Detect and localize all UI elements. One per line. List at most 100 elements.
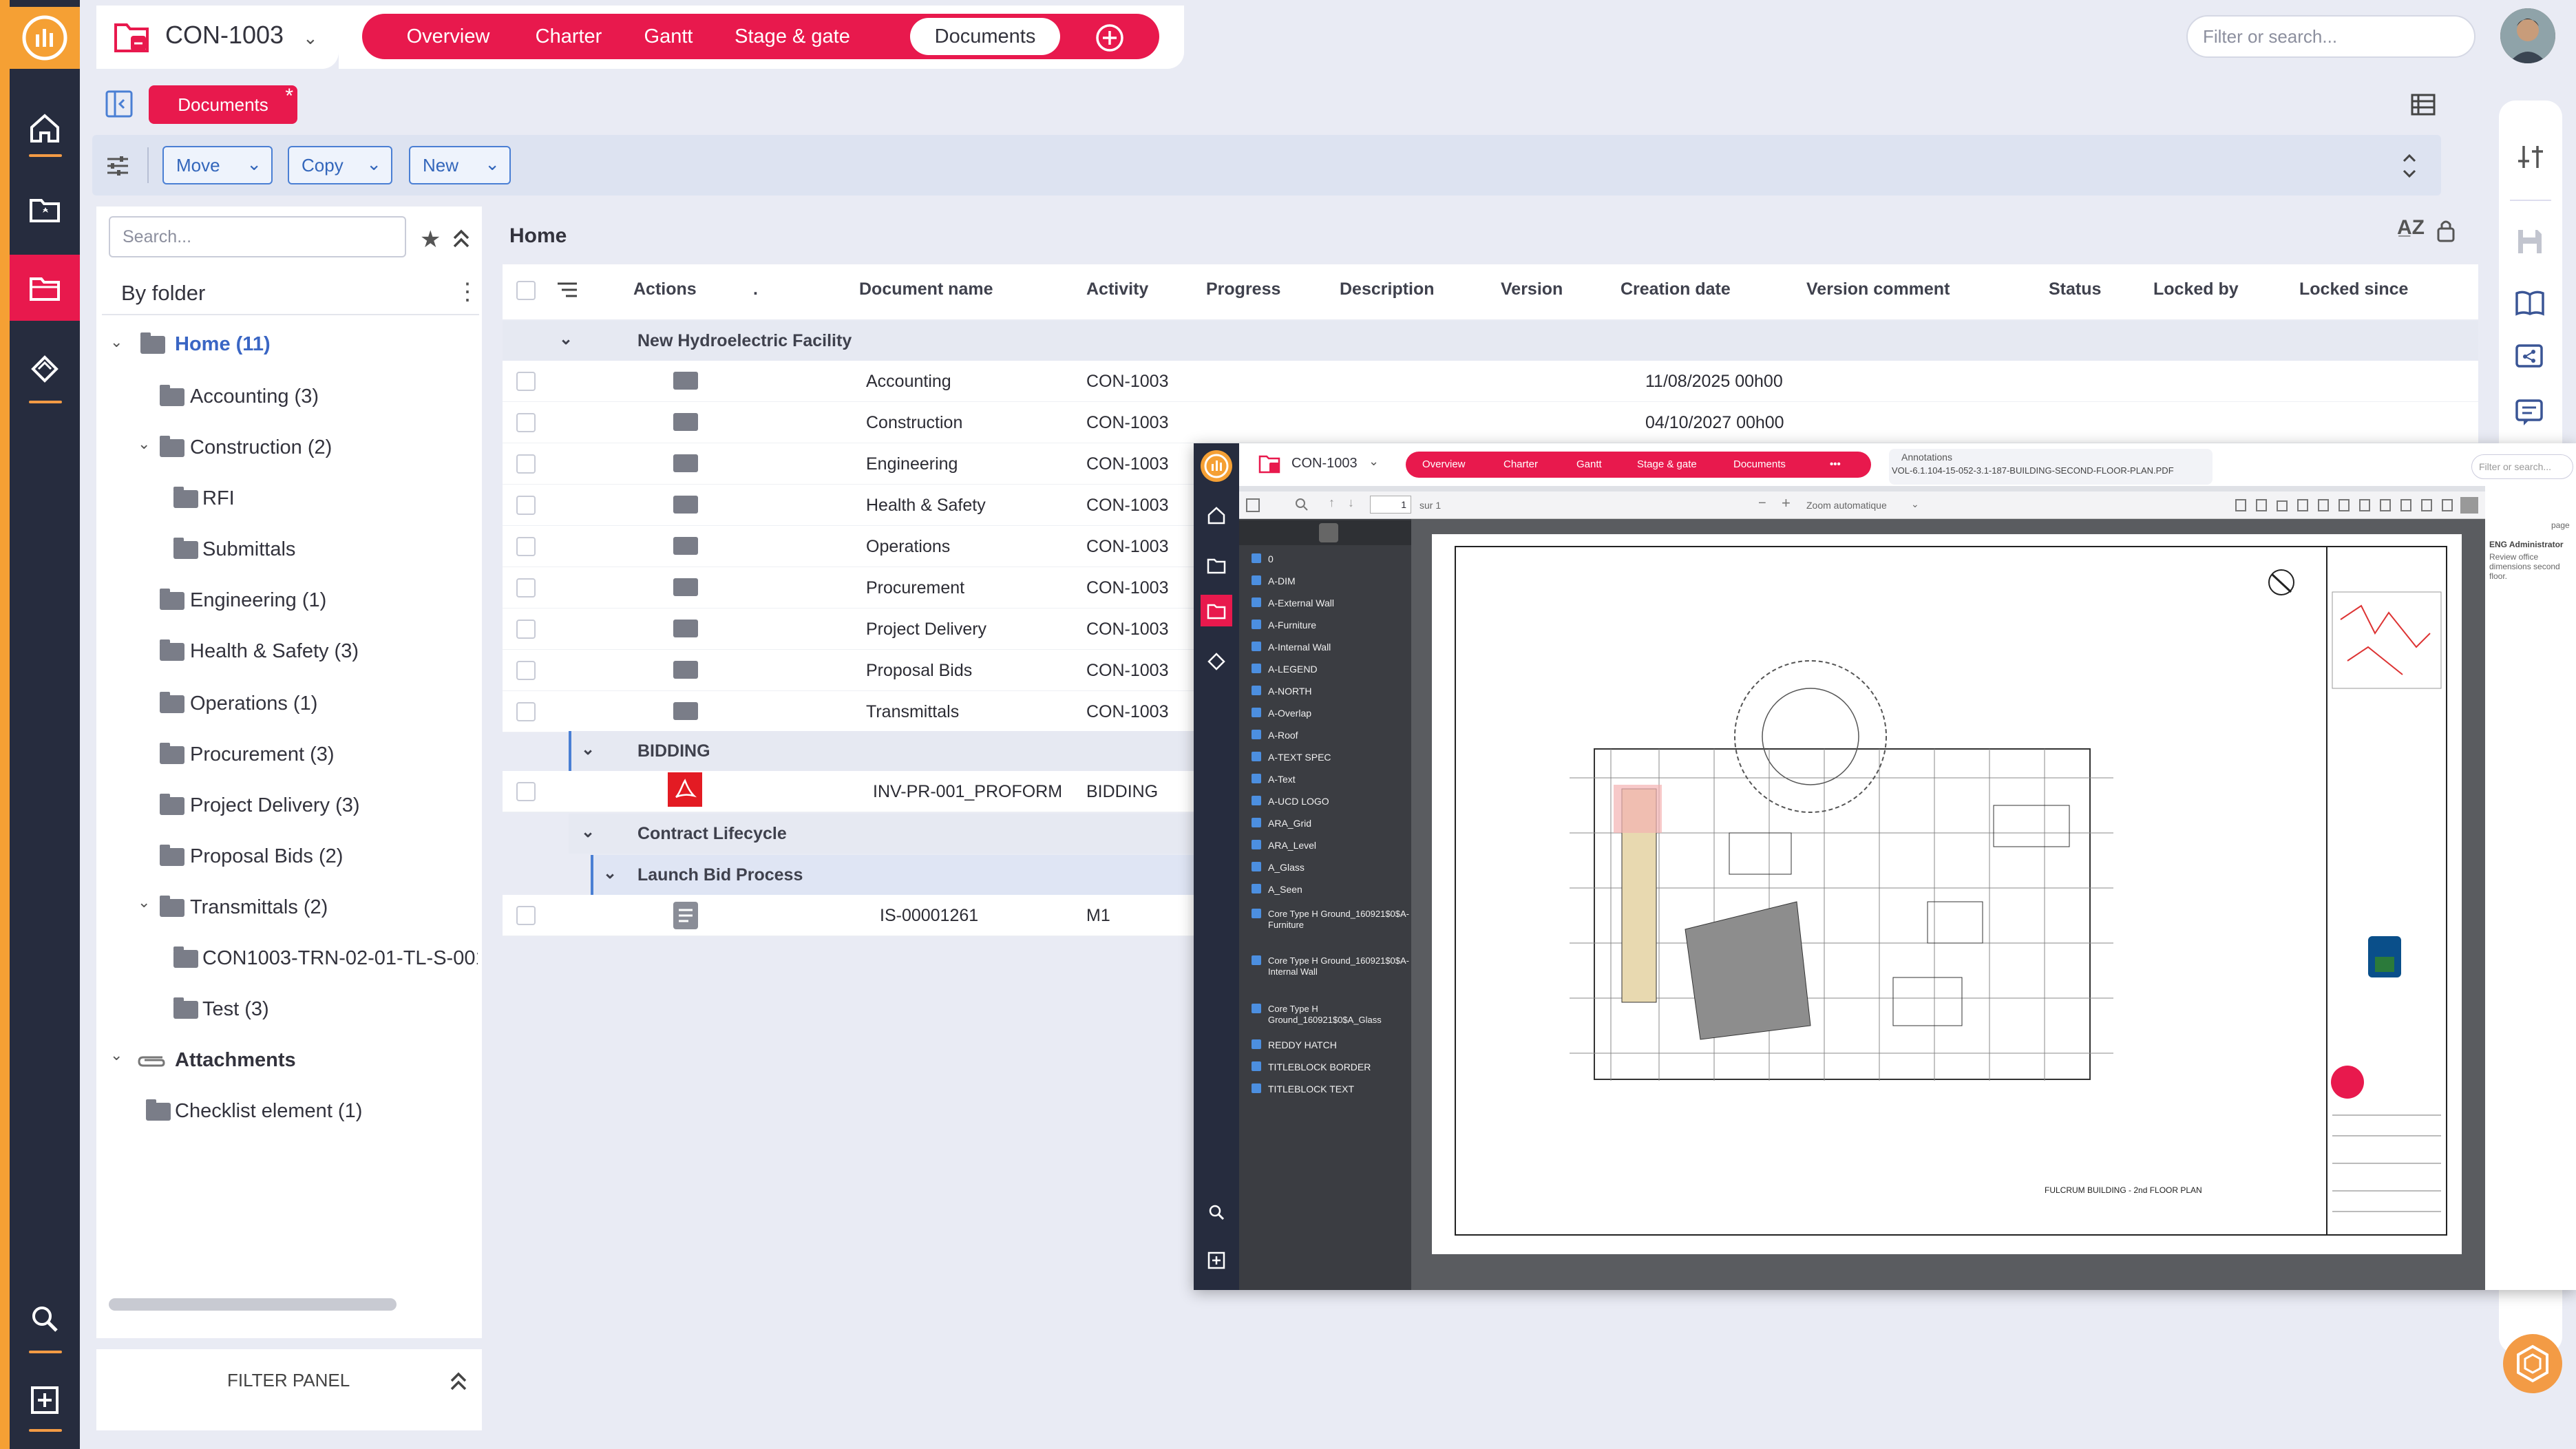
row-checkbox[interactable] <box>516 537 536 556</box>
chevron-down-icon[interactable]: ⌄ <box>110 333 123 351</box>
chevron-down-icon[interactable]: ⌄ <box>303 28 318 49</box>
handshake-icon[interactable] <box>1206 651 1227 672</box>
tree-item-construction[interactable]: Construction (2) <box>190 436 332 459</box>
column-dot[interactable]: . <box>753 279 758 299</box>
home-icon[interactable] <box>10 95 80 161</box>
app-logo[interactable] <box>10 7 80 69</box>
row-checkbox[interactable] <box>516 372 536 391</box>
tree-item-procurement[interactable]: Procurement (3) <box>190 743 335 766</box>
layer-item[interactable]: REDDY HATCH <box>1252 1039 1337 1050</box>
copy-dropdown[interactable]: Copy ⌄ <box>288 146 392 184</box>
layer-item[interactable]: A-Roof <box>1252 730 1298 741</box>
comment-icon[interactable] <box>2514 398 2544 428</box>
tree-item-engineering[interactable]: Engineering (1) <box>190 589 326 612</box>
layer-item[interactable]: ARA_Grid <box>1252 818 1311 829</box>
viewer-tab-documents[interactable]: Documents <box>1733 452 1786 478</box>
column-locked-by[interactable]: Locked by <box>2153 279 2239 299</box>
layer-item[interactable]: A-NORTH <box>1252 686 1312 697</box>
documents-folder-icon[interactable] <box>10 255 80 321</box>
viewer-search-input[interactable]: Filter or search... <box>2471 454 2573 479</box>
row-checkbox[interactable] <box>516 661 536 680</box>
share-icon[interactable] <box>2514 343 2544 373</box>
doc-name[interactable]: Proposal Bids <box>866 661 972 681</box>
row-checkbox[interactable] <box>516 620 536 639</box>
documents-module-pill[interactable]: Documents * <box>149 85 297 124</box>
horizontal-scrollbar[interactable] <box>109 1298 397 1311</box>
move-dropdown[interactable]: Move ⌄ <box>162 146 273 184</box>
viewer-tab-charter[interactable]: Charter <box>1503 452 1538 478</box>
layer-item[interactable]: A-DIM <box>1252 575 1296 586</box>
layer-item[interactable]: TITLEBLOCK BORDER <box>1252 1061 1371 1072</box>
doc-name[interactable]: Project Delivery <box>866 620 986 639</box>
add-square-icon[interactable] <box>1207 1251 1225 1269</box>
doc-name[interactable]: Accounting <box>866 372 951 392</box>
global-search-input[interactable]: Filter or search... <box>2186 15 2475 58</box>
row-checkbox[interactable] <box>516 413 536 432</box>
prev-page-icon[interactable]: ↑ <box>1329 496 1335 510</box>
more-options-icon[interactable]: ⋮ <box>456 278 479 306</box>
layer-item[interactable]: A-Overlap <box>1252 708 1311 719</box>
folder-view-selector[interactable]: By folder <box>121 281 205 306</box>
doc-name[interactable]: Operations <box>866 537 950 557</box>
toggle-panel-icon[interactable] <box>105 89 134 118</box>
tree-item-proposal-bids[interactable]: Proposal Bids (2) <box>190 845 343 868</box>
lock-icon[interactable] <box>2436 218 2456 244</box>
layer-item[interactable]: A-Text <box>1252 774 1296 785</box>
doc-name[interactable]: INV-PR-001_PROFORM <box>873 782 1062 802</box>
viewer-tab-gantt[interactable]: Gantt <box>1576 452 1602 478</box>
sort-az-icon[interactable]: A̲Z <box>2397 216 2425 240</box>
zoom-in-icon[interactable]: + <box>1782 494 1791 512</box>
folder-search-input[interactable]: Search... <box>109 216 406 257</box>
layers-tab-icon[interactable] <box>1319 523 1338 542</box>
column-description[interactable]: Description <box>1340 279 1435 299</box>
doc-name[interactable]: IS-00001261 <box>880 906 978 926</box>
group-row-bidding[interactable]: ⌄ BIDDING <box>569 731 1194 771</box>
annotation-text[interactable]: Review office dimensions second floor. <box>2489 552 2575 581</box>
column-version-comment[interactable]: Version comment <box>1806 279 1950 299</box>
column-locked-since[interactable]: Locked since <box>2299 279 2408 299</box>
tree-item-rfi[interactable]: RFI <box>202 487 235 510</box>
tab-documents[interactable]: Documents <box>910 18 1060 55</box>
viewer-file-name[interactable]: VOL-6.1.104-15-052-3.1-187-BUILDING-SECO… <box>1892 465 2208 476</box>
row-checkbox[interactable] <box>516 578 536 597</box>
filter-settings-icon[interactable] <box>105 153 131 179</box>
table-row[interactable] <box>503 402 2478 443</box>
group-row-contract-lifecycle[interactable]: ⌄ Contract Lifecycle <box>569 814 1194 854</box>
layer-item[interactable]: A-Furniture <box>1252 620 1316 631</box>
viewer-tab-overview[interactable]: Overview <box>1422 452 1466 478</box>
column-activity[interactable]: Activity <box>1086 279 1148 299</box>
zoom-out-icon[interactable]: − <box>1758 496 1766 511</box>
tab-gantt[interactable]: Gantt <box>624 14 713 59</box>
tree-item-health-safety[interactable]: Health & Safety (3) <box>190 640 359 663</box>
documents-folder-icon[interactable] <box>1201 595 1232 626</box>
viewer-tools[interactable] <box>2233 497 2478 514</box>
layer-item[interactable]: A-LEGEND <box>1252 664 1318 675</box>
tree-item-checklist[interactable]: Checklist element (1) <box>175 1100 362 1123</box>
assistant-button[interactable] <box>2503 1334 2562 1393</box>
table-view-icon[interactable] <box>2409 91 2437 118</box>
project-folder-icon[interactable] <box>1206 555 1227 575</box>
tree-item-transmittal-doc[interactable]: CON1003-TRN-02-01-TL-S-0010 <box>202 947 478 970</box>
search-icon[interactable] <box>1294 497 1309 512</box>
home-icon[interactable] <box>1206 505 1227 526</box>
chevron-down-icon[interactable]: ⌄ <box>1911 498 1919 510</box>
row-checkbox[interactable] <box>516 906 536 925</box>
row-checkbox[interactable] <box>516 702 536 721</box>
tab-charter[interactable]: Charter <box>514 14 624 59</box>
doc-name[interactable]: Transmittals <box>866 702 959 722</box>
tree-item-project-delivery[interactable]: Project Delivery (3) <box>190 794 360 817</box>
handshake-icon[interactable] <box>10 336 80 402</box>
select-all-checkbox[interactable] <box>516 281 536 300</box>
tree-item-transmittals[interactable]: Transmittals (2) <box>190 896 328 919</box>
book-icon[interactable] <box>2514 289 2546 317</box>
row-checkbox[interactable] <box>516 454 536 474</box>
tab-overview[interactable]: Overview <box>390 14 507 59</box>
tree-item-operations[interactable]: Operations (1) <box>190 692 317 715</box>
star-icon[interactable]: ★ <box>420 226 441 253</box>
avatar[interactable] <box>2500 8 2555 63</box>
zoom-select[interactable]: Zoom automatique <box>1806 500 1887 511</box>
tree-item-home[interactable]: Home (11) <box>175 333 271 356</box>
table-row[interactable] <box>503 361 2478 402</box>
expand-collapse-icon[interactable] <box>2400 150 2419 182</box>
layer-item[interactable]: ARA_Level <box>1252 840 1316 851</box>
